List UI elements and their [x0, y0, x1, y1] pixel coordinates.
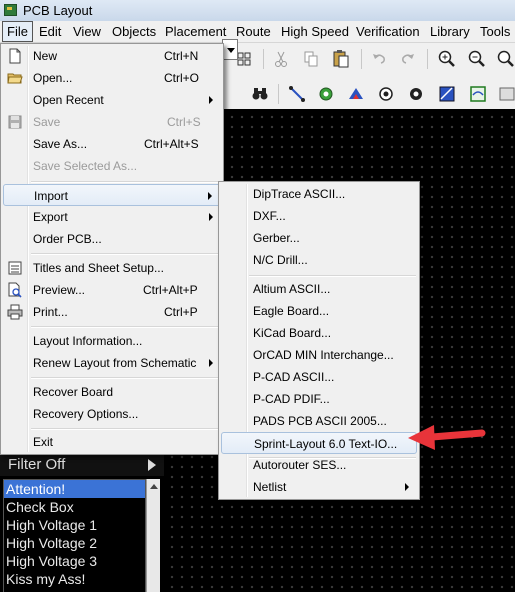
import-item-pads[interactable]: PADS PCB ASCII 2005...	[221, 410, 417, 432]
import-item-dxf[interactable]: DXF...	[221, 205, 417, 227]
menu-item-save-selected[interactable]: Save Selected As...	[3, 155, 221, 177]
zoom-out-icon[interactable]	[466, 48, 488, 70]
text-tool-icon[interactable]	[496, 83, 515, 105]
layer-item[interactable]: High Voltage 2	[4, 534, 145, 552]
new-document-icon	[7, 48, 23, 64]
menu-item-open[interactable]: Open... Ctrl+O	[3, 67, 221, 89]
toolbar-separator	[278, 84, 279, 104]
layer-list: Attention! Check Box High Voltage 1 High…	[3, 479, 146, 592]
filter-label: Filter Off	[8, 456, 66, 473]
layer-dropdown-arrow[interactable]	[222, 39, 238, 60]
menu-separator	[249, 275, 416, 277]
redo-icon[interactable]	[397, 48, 419, 70]
menu-separator	[31, 377, 220, 379]
menu-library[interactable]: Library	[426, 21, 474, 42]
submenu-arrow-icon	[209, 359, 213, 367]
annotation-arrow-icon	[408, 425, 486, 450]
menu-separator	[31, 253, 220, 255]
file-menu: New Ctrl+N Open... Ctrl+O Open Recent Sa…	[0, 43, 224, 455]
layer-item[interactable]: High Voltage 3	[4, 552, 145, 570]
menu-item-exit[interactable]: Exit	[3, 431, 221, 453]
layer-item[interactable]: High Voltage 1	[4, 516, 145, 534]
save-disk-icon	[7, 114, 23, 130]
layer-item[interactable]: Kiss my Ass!	[4, 570, 145, 588]
submenu-arrow-icon	[405, 483, 409, 491]
menu-tools[interactable]: Tools	[476, 21, 514, 42]
menu-item-recovery-options[interactable]: Recovery Options...	[3, 403, 221, 425]
menu-item-preview[interactable]: Preview... Ctrl+Alt+P	[3, 279, 221, 301]
menu-edit[interactable]: Edit	[35, 21, 65, 42]
menu-view[interactable]: View	[69, 21, 105, 42]
via-icon[interactable]	[315, 83, 337, 105]
pad-icon[interactable]	[375, 83, 397, 105]
route-trace-icon[interactable]	[286, 83, 308, 105]
menu-separator	[31, 428, 220, 430]
titles-sheet-icon	[7, 260, 23, 276]
menu-item-save-as[interactable]: Save As... Ctrl+Alt+S	[3, 133, 221, 155]
find-binoculars-icon[interactable]	[249, 83, 271, 105]
menu-separator	[31, 181, 220, 183]
printer-icon	[7, 304, 23, 320]
scroll-up-icon[interactable]	[150, 484, 158, 489]
filter-expand-icon[interactable]	[148, 459, 156, 471]
board-outline-icon[interactable]	[467, 83, 489, 105]
menu-item-export[interactable]: Export	[3, 206, 221, 228]
menu-item-import[interactable]: Import	[3, 184, 221, 206]
copper-pour-icon[interactable]	[436, 83, 458, 105]
import-submenu: DipTrace ASCII... DXF... Gerber... N/C D…	[218, 181, 420, 500]
menu-item-new[interactable]: New Ctrl+N	[3, 45, 221, 67]
import-item-gerber[interactable]: Gerber...	[221, 227, 417, 249]
menu-item-order-pcb[interactable]: Order PCB...	[3, 228, 221, 250]
import-item-orcad[interactable]: OrCAD MIN Interchange...	[221, 344, 417, 366]
import-item-kicad[interactable]: KiCad Board...	[221, 322, 417, 344]
import-item-nc-drill[interactable]: N/C Drill...	[221, 249, 417, 271]
import-item-pcad-pdif[interactable]: P-CAD PDIF...	[221, 388, 417, 410]
toolbar-separator	[263, 49, 264, 69]
menu-item-save[interactable]: Save Ctrl+S	[3, 111, 221, 133]
submenu-arrow-icon	[208, 192, 212, 200]
menu-item-titles-sheet-setup[interactable]: Titles and Sheet Setup...	[3, 257, 221, 279]
layer-item[interactable]: Attention!	[4, 480, 145, 498]
copy-icon[interactable]	[300, 48, 322, 70]
menu-bar: File Edit View Objects Placement Route H…	[0, 21, 515, 43]
menu-separator	[31, 326, 220, 328]
menu-verification[interactable]: Verification	[352, 21, 424, 42]
menu-route[interactable]: Route	[232, 21, 275, 42]
menu-high-speed[interactable]: High Speed	[277, 21, 353, 42]
menu-item-layout-information[interactable]: Layout Information...	[3, 330, 221, 352]
print-preview-icon	[7, 282, 23, 298]
toolbar-separator	[361, 49, 362, 69]
import-item-pcad-ascii[interactable]: P-CAD ASCII...	[221, 366, 417, 388]
import-item-diptrace[interactable]: DipTrace ASCII...	[221, 183, 417, 205]
placement-icon[interactable]	[345, 83, 367, 105]
import-item-eagle[interactable]: Eagle Board...	[221, 300, 417, 322]
paste-icon[interactable]	[330, 48, 352, 70]
menu-placement[interactable]: Placement	[161, 21, 230, 42]
menu-item-open-recent[interactable]: Open Recent	[3, 89, 221, 111]
window-title: PCB Layout	[23, 3, 93, 18]
open-folder-icon	[7, 70, 23, 86]
menu-item-renew-layout[interactable]: Renew Layout from Schematic	[3, 352, 221, 374]
menu-item-print[interactable]: Print... Ctrl+P	[3, 301, 221, 323]
submenu-arrow-icon	[209, 213, 213, 221]
cut-icon[interactable]	[270, 48, 292, 70]
import-item-altium[interactable]: Altium ASCII...	[221, 278, 417, 300]
layer-list-scrollbar[interactable]	[146, 479, 160, 592]
import-item-netlist[interactable]: Netlist	[221, 476, 417, 498]
menu-objects[interactable]: Objects	[108, 21, 160, 42]
hole-icon[interactable]	[405, 83, 427, 105]
app-logo-icon	[4, 4, 17, 16]
title-bar: PCB Layout	[0, 0, 515, 22]
toolbar-separator	[427, 49, 428, 69]
filter-bar[interactable]: Filter Off	[0, 453, 164, 476]
undo-icon[interactable]	[368, 48, 390, 70]
submenu-arrow-icon	[209, 96, 213, 104]
zoom-extents-icon[interactable]	[494, 48, 515, 70]
zoom-in-icon[interactable]	[436, 48, 458, 70]
menu-file[interactable]: File	[2, 21, 33, 42]
layer-item[interactable]: Check Box	[4, 498, 145, 516]
import-item-sprint-layout[interactable]: Sprint-Layout 6.0 Text-IO...	[221, 432, 417, 454]
menu-item-recover-board[interactable]: Recover Board	[3, 381, 221, 403]
import-item-autorouter-ses[interactable]: Autorouter SES...	[221, 454, 417, 476]
